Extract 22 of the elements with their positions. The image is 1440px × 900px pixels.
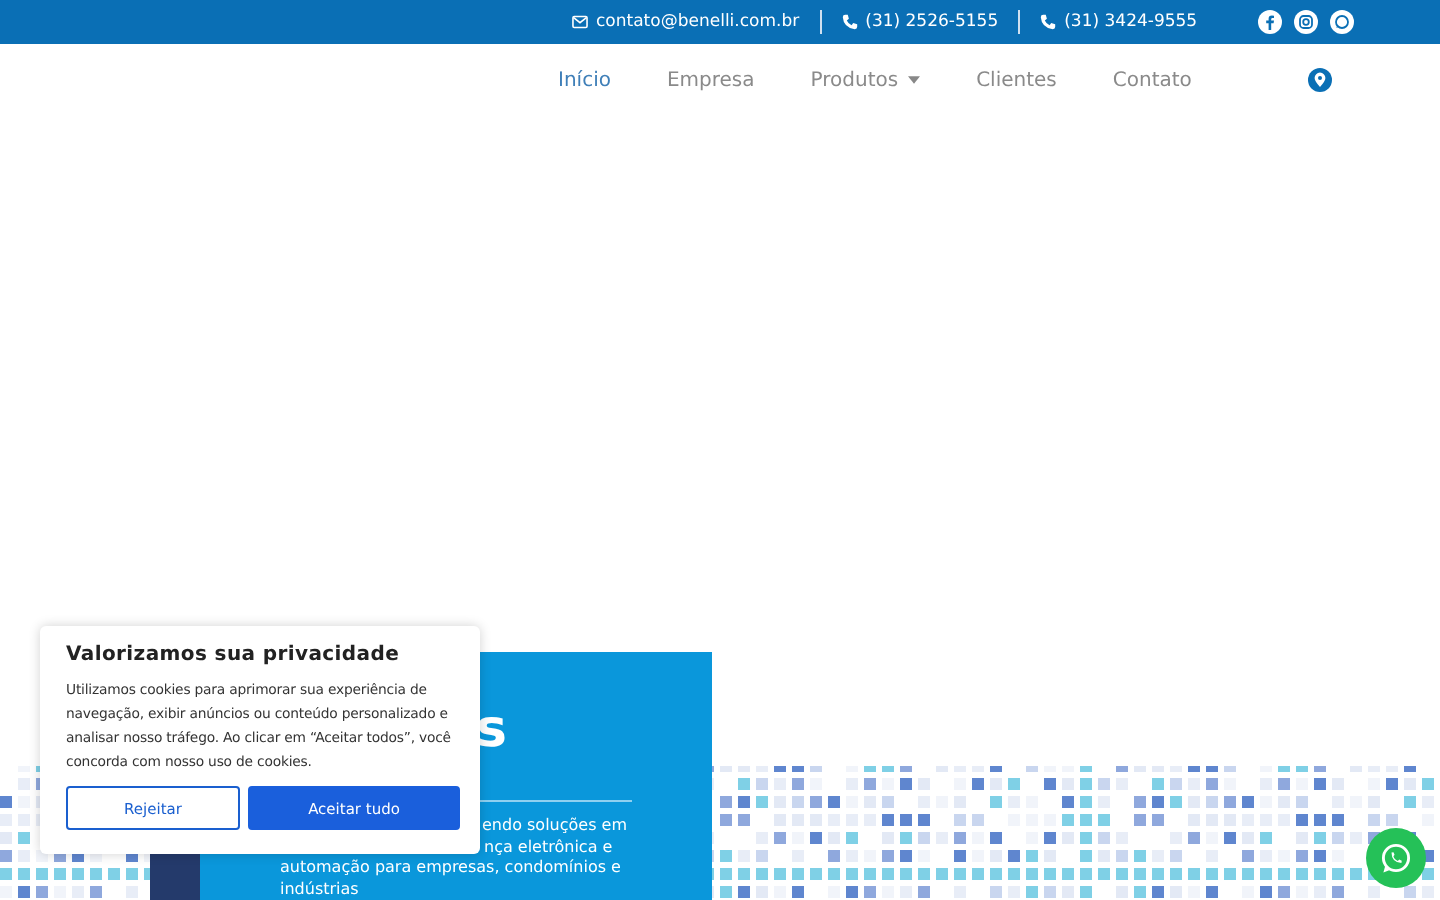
whatsapp-icon xyxy=(1378,840,1414,876)
location-pin-icon[interactable] xyxy=(1307,68,1332,92)
phone-number[interactable]: (31) 3424-9555 xyxy=(1064,12,1198,32)
hero-text: nça eletrônica e xyxy=(484,837,615,858)
email-link[interactable]: contato@benelli.com.br xyxy=(596,12,800,32)
hero-text: endo soluções em xyxy=(482,816,630,837)
nav-link[interactable]: Empresa xyxy=(666,69,755,91)
facebook-icon[interactable] xyxy=(1257,10,1282,34)
nav-link[interactable]: Contato xyxy=(1112,69,1192,91)
hero-heading: s xyxy=(476,700,509,760)
phone-number[interactable]: (31) 2526-5155 xyxy=(865,12,999,32)
phone-icon xyxy=(1040,14,1057,30)
whatsapp-icon[interactable] xyxy=(1329,10,1354,34)
instagram-icon[interactable] xyxy=(1293,10,1318,34)
phone-icon xyxy=(841,14,858,30)
nav-link[interactable]: Produtos xyxy=(810,69,921,91)
hero-text: automação para empresas, condomínios e xyxy=(280,858,623,879)
mail-icon xyxy=(572,14,588,30)
hero-text: indústrias xyxy=(280,879,361,900)
nav-link[interactable]: Clientes xyxy=(976,69,1057,91)
cookie-title: Valorizamos sua privacidade xyxy=(66,644,402,666)
nav-link[interactable]: Início xyxy=(558,69,611,91)
